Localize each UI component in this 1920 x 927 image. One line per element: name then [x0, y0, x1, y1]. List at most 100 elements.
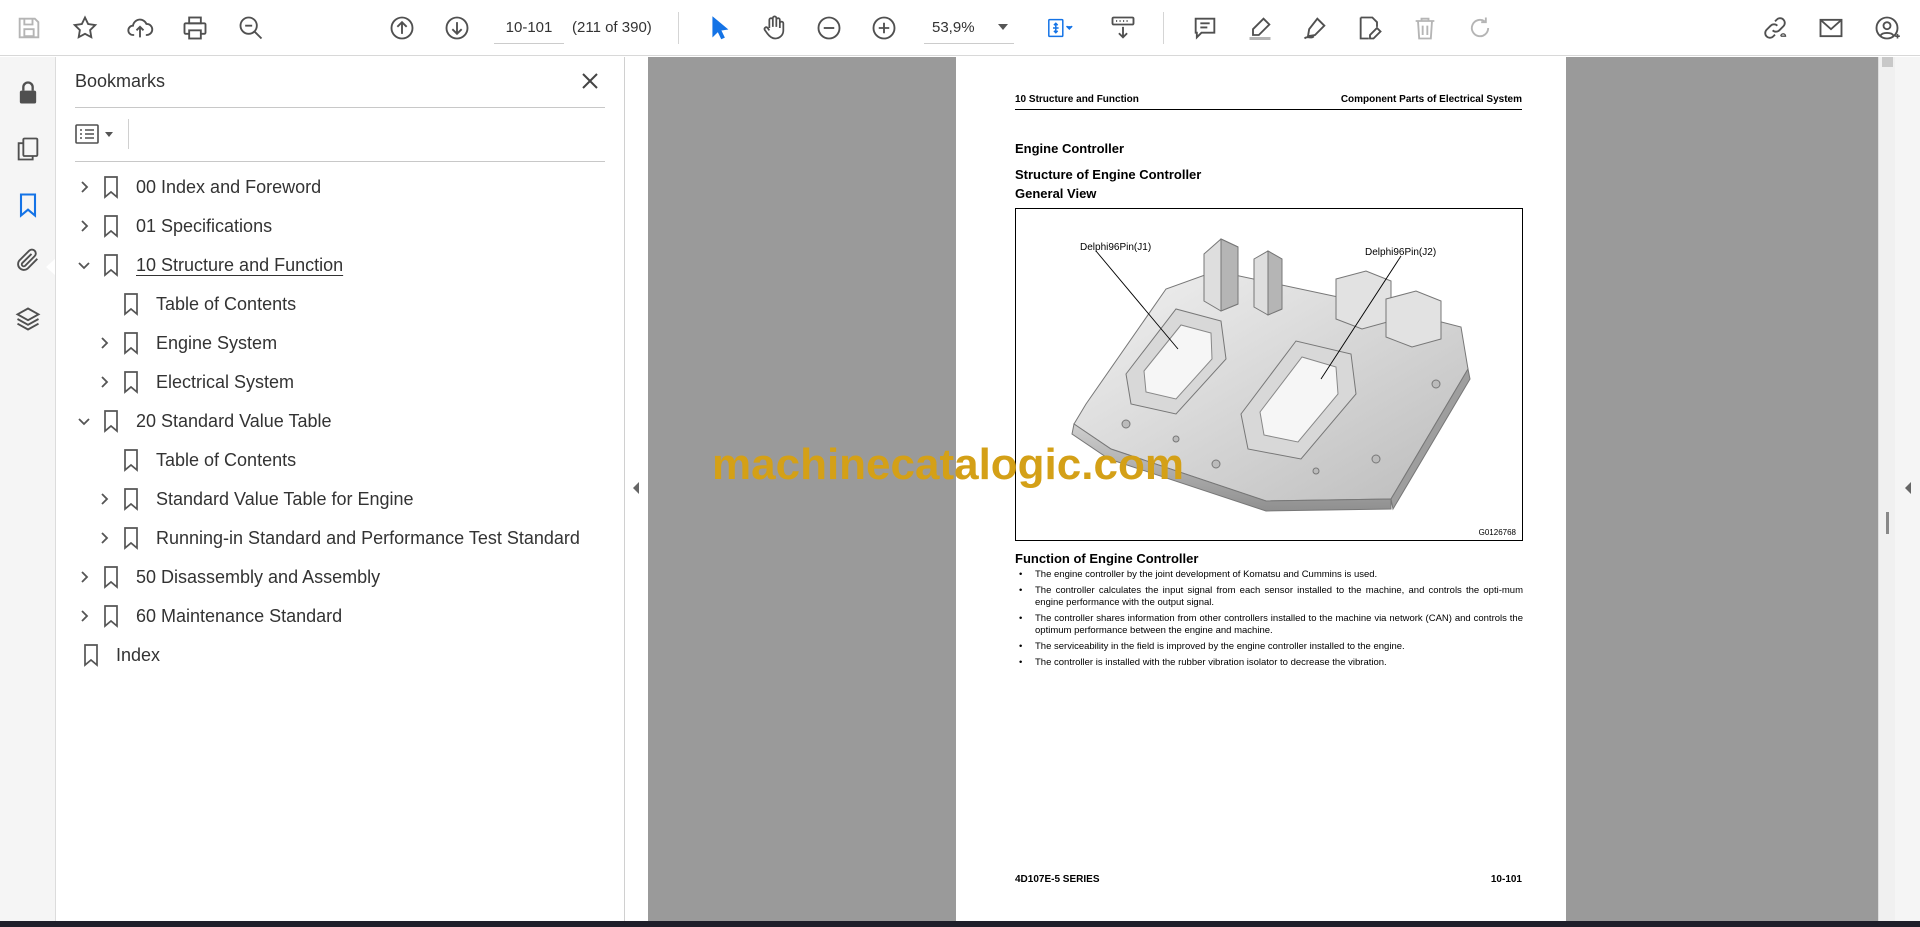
share-link-icon[interactable]	[1756, 9, 1794, 47]
zoom-level-dropdown[interactable]: 53,9%	[924, 12, 1014, 44]
chevron-right-icon[interactable]	[94, 489, 114, 509]
figure-label-j1: Delphi96Pin(J1)	[1080, 242, 1152, 253]
bookmark-label: 60 Maintenance Standard	[136, 605, 343, 626]
chevron-down-icon	[998, 24, 1008, 30]
bookmark-icon	[120, 330, 142, 356]
bookmark-label: Index	[116, 644, 161, 665]
bookmark-item[interactable]: Standard Value Table for Engine	[94, 482, 414, 516]
lock-icon[interactable]	[11, 76, 45, 110]
save-icon[interactable]	[10, 9, 48, 47]
scroll-mode-icon[interactable]	[1104, 9, 1142, 47]
subsection-heading: Structure of Engine Controller	[1015, 167, 1202, 182]
bookmark-item[interactable]: 60 Maintenance Standard	[74, 599, 342, 633]
layers-icon[interactable]	[11, 302, 45, 336]
left-navigation-rail	[0, 57, 56, 921]
zoom-out-icon[interactable]	[810, 9, 848, 47]
attachments-paperclip-icon[interactable]	[11, 243, 45, 277]
list-item: The controller shares information from o…	[1015, 613, 1523, 637]
previous-page-icon[interactable]	[383, 9, 421, 47]
draw-pen-icon[interactable]	[1296, 9, 1334, 47]
bookmark-icon	[80, 642, 102, 668]
edit-pdf-icon[interactable]	[1351, 9, 1389, 47]
bookmark-item[interactable]: 50 Disassembly and Assembly	[74, 560, 380, 594]
list-item: The controller calculates the input sign…	[1015, 585, 1523, 609]
chevron-right-icon[interactable]	[74, 177, 94, 197]
page-thumbnails-icon[interactable]	[11, 132, 45, 166]
bookmark-label: Electrical System	[156, 371, 295, 392]
zoom-in-icon[interactable]	[865, 9, 903, 47]
bookmark-label: 50 Disassembly and Assembly	[136, 566, 381, 587]
chevron-down-icon[interactable]	[74, 411, 94, 431]
chevron-right-icon[interactable]	[74, 606, 94, 626]
resize-grip[interactable]	[1886, 512, 1889, 534]
chevron-down-icon[interactable]	[74, 255, 94, 275]
bookmark-options-button[interactable]	[75, 119, 123, 149]
bookmark-item[interactable]: Table of Contents	[94, 443, 296, 477]
chevron-right-icon[interactable]	[94, 528, 114, 548]
bookmark-item[interactable]: Index	[70, 638, 160, 672]
bookmark-icon	[100, 564, 122, 590]
toolbar-separator	[678, 12, 679, 44]
bookmark-icon	[100, 603, 122, 629]
chevron-right-icon[interactable]	[74, 567, 94, 587]
main-toolbar: (211 of 390) 53,9%	[0, 0, 1920, 56]
panel-divider	[75, 107, 605, 108]
bookmark-item[interactable]: 01 Specifications	[74, 209, 272, 243]
bookmark-icon	[120, 291, 142, 317]
fit-page-icon[interactable]	[1036, 9, 1084, 47]
page-header-left: 10 Structure and Function	[1015, 94, 1139, 105]
bookmark-item[interactable]: 10 Structure and Function	[74, 248, 343, 282]
comment-icon[interactable]	[1186, 9, 1224, 47]
chevron-right-icon[interactable]	[94, 333, 114, 353]
next-page-icon[interactable]	[438, 9, 476, 47]
bookmark-icon	[120, 525, 142, 551]
bookmark-icon	[100, 174, 122, 200]
hand-tool-icon[interactable]	[755, 9, 793, 47]
active-panel-pointer	[46, 259, 55, 275]
bookmark-icon	[100, 408, 122, 434]
bookmarks-panel-title: Bookmarks	[75, 71, 166, 91]
bookmark-item[interactable]: Table of Contents	[94, 287, 296, 321]
bookmarks-panel-icon[interactable]	[11, 188, 45, 222]
vertical-scrollbar[interactable]	[1878, 57, 1895, 921]
delete-trash-icon[interactable]	[1406, 9, 1444, 47]
search-zoom-icon[interactable]	[232, 9, 270, 47]
user-account-icon[interactable]	[1868, 9, 1906, 47]
list-item: The controller is installed with the rub…	[1015, 657, 1523, 669]
panel-divider	[128, 119, 129, 149]
scrollbar-thumb[interactable]	[1882, 57, 1893, 67]
collapse-panel-left-icon[interactable]	[626, 478, 646, 498]
toolbar-separator	[1163, 12, 1164, 44]
upload-cloud-icon[interactable]	[121, 9, 159, 47]
bookmark-item[interactable]: 20 Standard Value Table	[74, 404, 332, 438]
redo-rotate-icon[interactable]	[1461, 9, 1499, 47]
bookmark-label: 00 Index and Foreword	[136, 176, 322, 197]
bookmark-item[interactable]: 00 Index and Foreword	[74, 170, 321, 204]
bookmark-icon	[100, 252, 122, 278]
function-bullet-list: The engine controller by the joint devel…	[1015, 569, 1523, 673]
page-number-input[interactable]	[494, 12, 564, 44]
expand-panel-right-icon[interactable]	[1900, 478, 1916, 498]
bookmark-icon	[120, 369, 142, 395]
chevron-right-icon[interactable]	[74, 216, 94, 236]
page-footer-left: 4D107E-5 SERIES	[1015, 874, 1100, 885]
watermark-text: machinecatalogic.com	[712, 440, 1184, 489]
bookmark-item[interactable]: Electrical System	[94, 365, 294, 399]
print-icon[interactable]	[176, 9, 214, 47]
chevron-right-icon[interactable]	[94, 372, 114, 392]
email-envelope-icon[interactable]	[1812, 9, 1850, 47]
close-icon[interactable]	[576, 67, 604, 95]
bookmark-star-icon[interactable]	[66, 9, 104, 47]
engine-controller-figure: Delphi96Pin(J1) Delphi96Pin(J2) G0126768	[1015, 208, 1523, 541]
bookmarks-panel: Bookmarks 00 Index and Foreword 01 Specif…	[56, 57, 625, 921]
select-cursor-icon[interactable]	[701, 9, 739, 47]
bookmark-icon	[120, 447, 142, 473]
bookmark-label: Engine System	[156, 332, 278, 353]
highlight-pen-icon[interactable]	[1241, 9, 1279, 47]
bookmark-item[interactable]: Engine System	[94, 326, 277, 360]
bookmark-label: 01 Specifications	[136, 215, 273, 236]
bookmark-item[interactable]: Running-in Standard and Performance Test…	[94, 521, 580, 555]
